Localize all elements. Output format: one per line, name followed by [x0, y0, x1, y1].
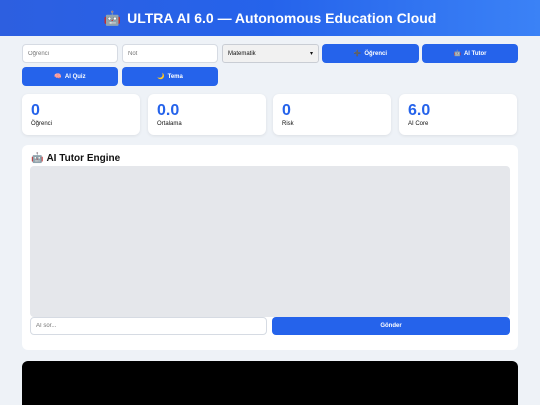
stat-label: AI Core [408, 121, 429, 127]
robot-icon: 🤖 [103, 9, 122, 26]
ai-quiz-label: AI Quiz [64, 73, 86, 80]
ai-quiz-button[interactable]: 🧠 AI Quiz [22, 67, 118, 86]
add-user-icon: ➕ [353, 51, 362, 57]
stat-value: 0 [282, 102, 291, 119]
stat-card-average: 0.0 Ortalama [148, 94, 266, 135]
stat-label: Risk [282, 121, 294, 127]
stat-value: 0 [31, 102, 40, 119]
chat-log[interactable] [30, 166, 510, 317]
stat-card-ai-core: 6.0 AI Core [399, 94, 517, 135]
stat-label: Ortalama [157, 121, 182, 127]
stat-label: Öğrenci [31, 121, 53, 127]
brain-icon: 🧠 [54, 74, 62, 80]
stat-card-risk: 0 Risk [273, 94, 391, 135]
chevron-down-icon: ▾ [309, 51, 313, 57]
ai-tutor-panel: 🤖 AI Tutor Engine Gönder [22, 145, 518, 350]
robot-icon: 🤖 [31, 153, 44, 164]
panel-title-text: AI Tutor Engine [46, 153, 121, 164]
panel-title: 🤖 AI Tutor Engine [31, 153, 120, 164]
stat-card-students: 0 Öğrenci [22, 94, 140, 135]
robot-icon: 🤖 [453, 51, 461, 57]
subject-select[interactable]: Matematik ▾ [222, 44, 319, 63]
student-name-field[interactable] [22, 44, 118, 63]
dark-panel [22, 361, 518, 405]
ask-field[interactable] [30, 317, 267, 335]
add-student-label: Öğrenci [364, 50, 388, 57]
theme-label: Tema [167, 73, 183, 80]
student-name-input[interactable] [28, 45, 117, 62]
add-student-button[interactable]: ➕ Öğrenci [322, 44, 419, 63]
stat-value: 6.0 [408, 102, 431, 119]
ask-input[interactable] [36, 323, 266, 329]
app-title: ULTRA AI 6.0 — Autonomous Education Clou… [127, 10, 437, 26]
send-button[interactable]: Gönder [272, 317, 510, 335]
theme-button[interactable]: 🌙 Tema [122, 67, 218, 86]
ai-tutor-label: AI Tutor [463, 50, 487, 57]
stat-value: 0.0 [157, 102, 180, 119]
subject-select-value: Matematik [228, 50, 256, 57]
grade-field[interactable] [122, 44, 218, 63]
moon-icon: 🌙 [157, 74, 165, 80]
ai-tutor-button[interactable]: 🤖 AI Tutor [422, 44, 518, 63]
app-header: 🤖 ULTRA AI 6.0 — Autonomous Education Cl… [0, 0, 540, 36]
grade-input[interactable] [128, 45, 217, 62]
